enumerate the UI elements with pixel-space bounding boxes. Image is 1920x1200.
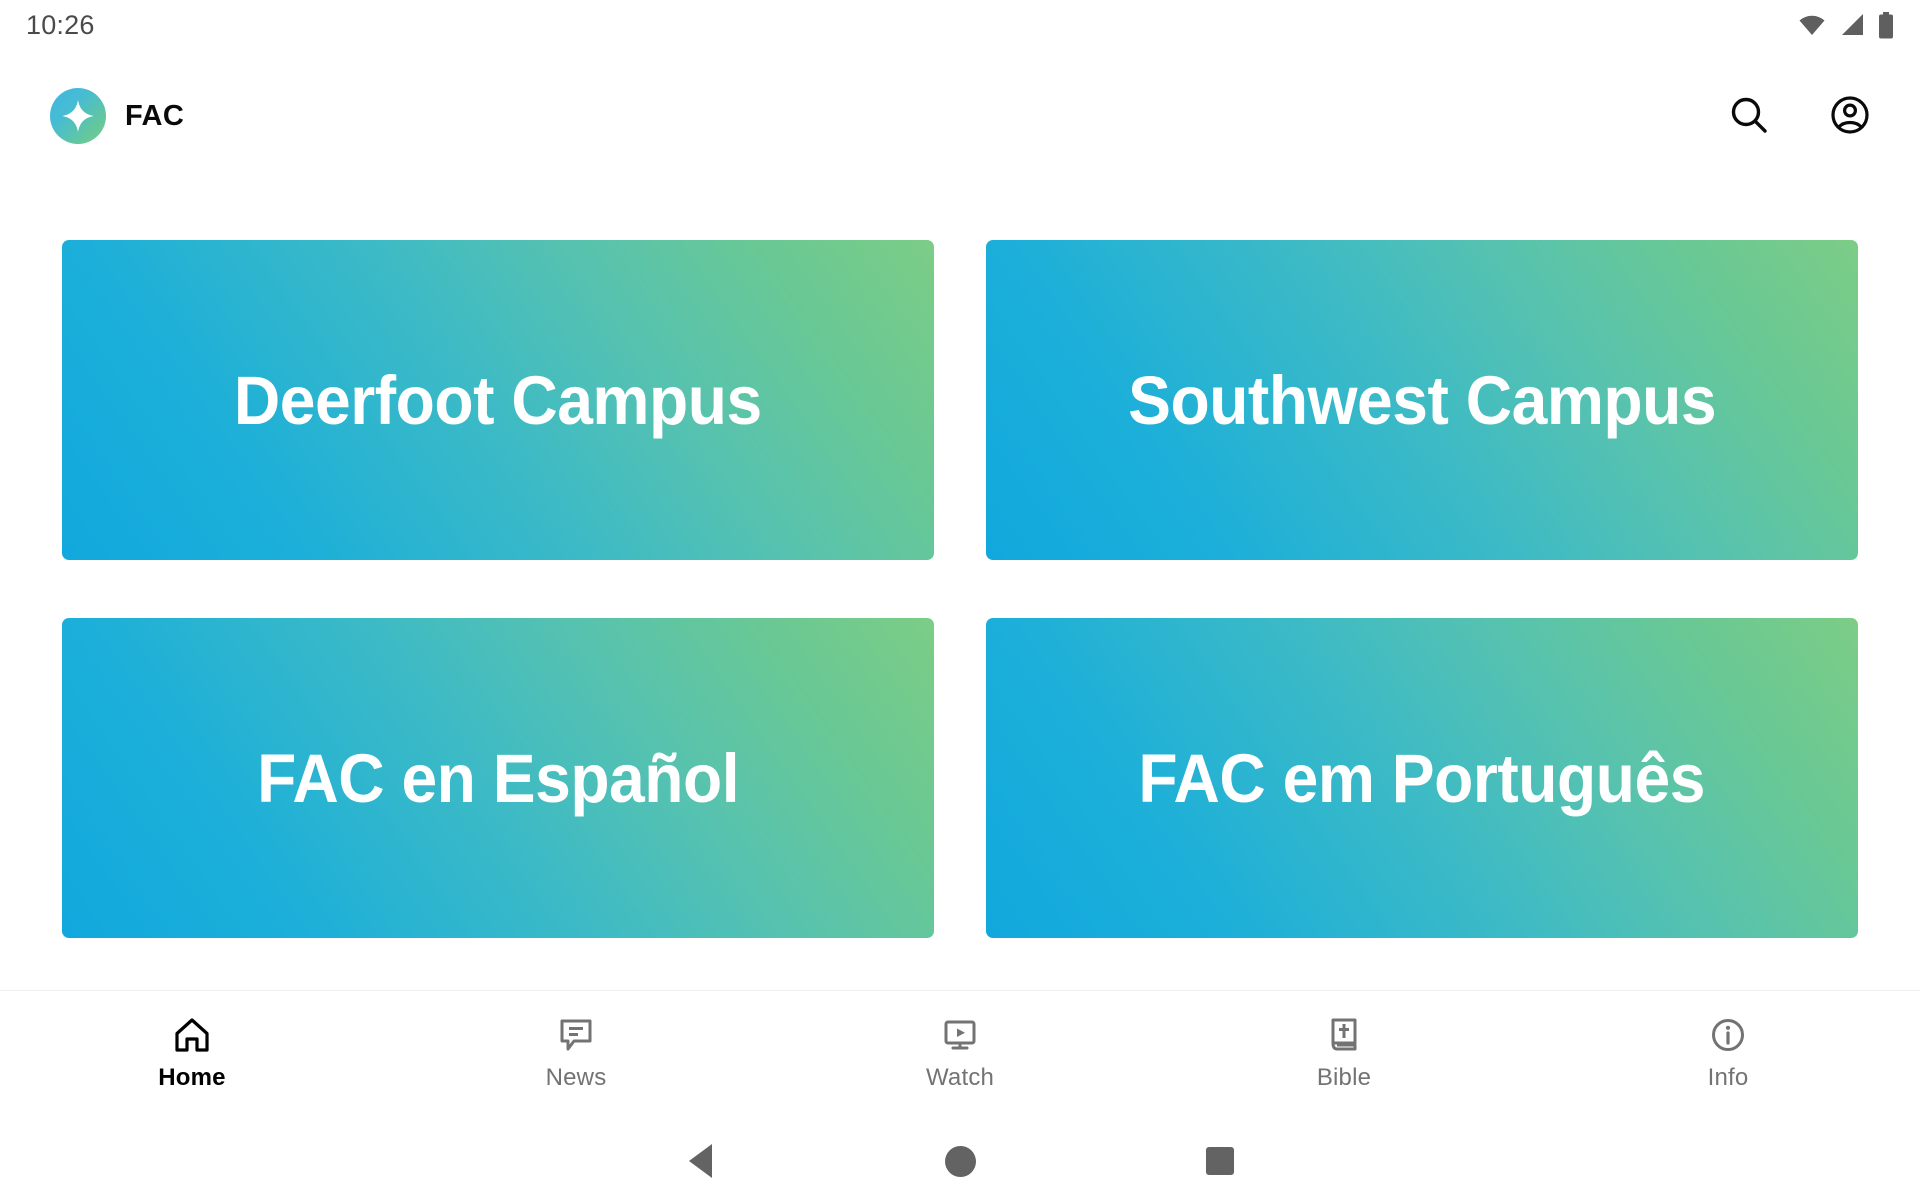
header-actions [1725,92,1874,140]
nav-label: Home [158,1064,226,1091]
battery-icon [1878,11,1894,39]
bottom-navigation-bar: Home News Watch Bible Info [0,990,1920,1122]
tile-label: Southwest Campus [1128,361,1716,439]
tile-fac-em-portugues[interactable]: FAC em Português [986,618,1858,938]
system-home-button[interactable] [830,1145,1090,1177]
tile-fac-en-espanol[interactable]: FAC en Español [62,618,934,938]
tile-southwest-campus[interactable]: Southwest Campus [986,240,1858,560]
home-circle-icon [944,1145,976,1177]
nav-label: Watch [925,1064,995,1091]
back-triangle-icon [688,1144,712,1178]
tile-label: FAC en Español [257,739,739,817]
sparkle-star-logo-icon [50,88,106,144]
nav-item-info[interactable]: Info [1536,991,1920,1092]
app-header: FAC [0,50,1920,182]
search-button[interactable] [1725,92,1773,140]
wifi-icon [1798,14,1826,36]
video-icon [940,1013,980,1057]
status-clock: 10:26 [26,9,95,40]
status-bar: 10:26 [0,0,1920,50]
account-button[interactable] [1826,92,1874,140]
system-back-button[interactable] [570,1144,830,1178]
tile-deerfoot-campus[interactable]: Deerfoot Campus [62,240,934,560]
nav-label: Info [1707,1064,1749,1091]
nav-item-bible[interactable]: Bible [1152,991,1536,1092]
campus-tile-grid: Deerfoot Campus Southwest Campus FAC en … [62,240,1858,938]
info-icon [1708,1013,1748,1057]
recents-square-icon [1206,1147,1234,1175]
home-icon [172,1013,212,1057]
nav-label: News [545,1064,607,1091]
system-recents-button[interactable] [1090,1147,1350,1175]
app-title: FAC [125,99,185,132]
bible-icon [1324,1013,1364,1057]
search-icon [1727,93,1771,140]
nav-item-news[interactable]: News [384,991,768,1092]
cellular-signal-icon [1839,13,1865,37]
status-icon-group [1798,11,1894,39]
tile-label: FAC em Português [1138,739,1706,817]
message-icon [556,1013,596,1057]
nav-item-home[interactable]: Home [0,991,384,1092]
tile-label: Deerfoot Campus [234,361,762,439]
android-system-nav [0,1122,1920,1200]
nav-label: Bible [1316,1064,1372,1091]
brand[interactable]: FAC [50,88,184,144]
account-circle-icon [1828,93,1872,140]
nav-item-watch[interactable]: Watch [768,991,1152,1092]
